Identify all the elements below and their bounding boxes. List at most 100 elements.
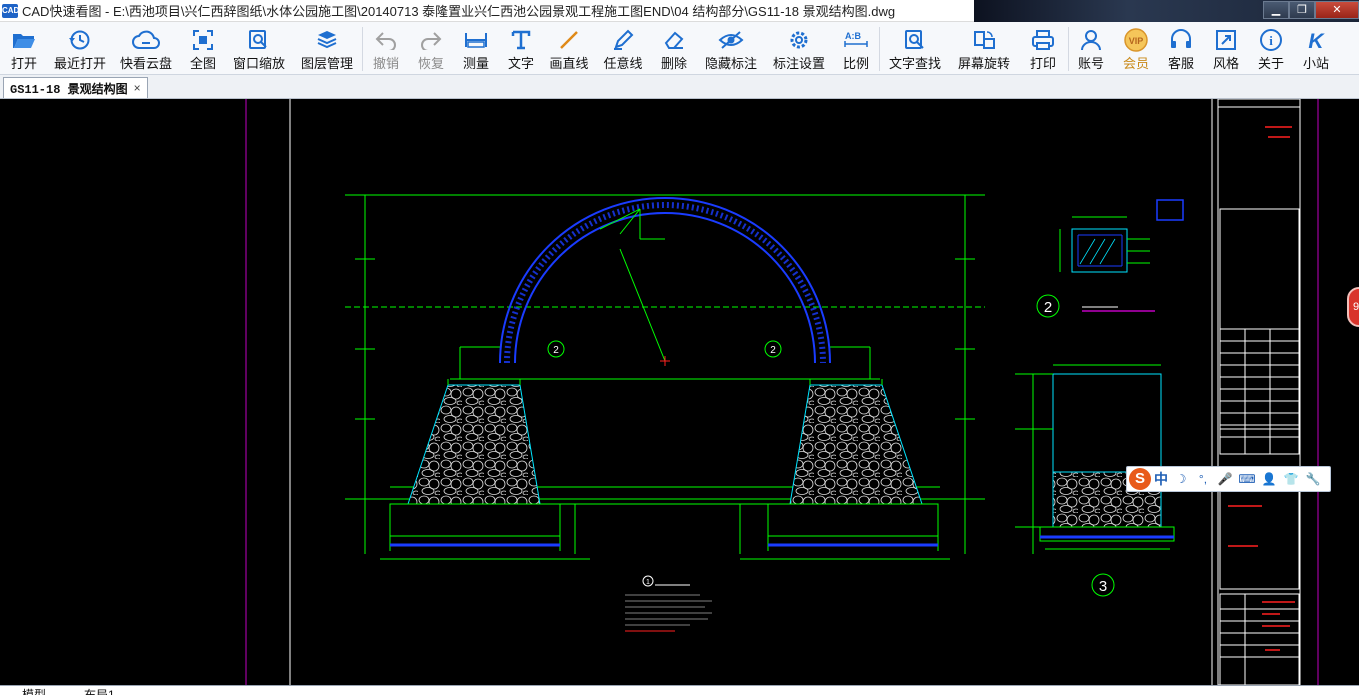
text-label: 文字: [507, 56, 534, 71]
vip-button[interactable]: VIP 会员: [1113, 22, 1159, 75]
undo-label: 撤销: [372, 56, 399, 71]
tab-title: GS11-18 景观结构图: [10, 82, 128, 97]
drawing-canvas[interactable]: 2 2 1 2 3: [0, 99, 1359, 685]
user-profile-icon[interactable]: 👤: [1260, 470, 1278, 488]
redo-arrow-icon: [420, 28, 442, 52]
scale-button[interactable]: A:B 比例: [833, 22, 879, 75]
sogou-logo-icon[interactable]: S: [1129, 468, 1151, 490]
tab-gs11-18[interactable]: GS11-18 景观结构图 ×: [3, 77, 148, 98]
vip-label: 会员: [1122, 56, 1149, 71]
eraser-icon: [663, 28, 685, 52]
section-marker-left: 2: [553, 345, 559, 356]
account-button[interactable]: 账号: [1069, 22, 1113, 75]
scale-ratio-icon: A:B: [843, 28, 869, 52]
print-button[interactable]: 打印: [1018, 22, 1068, 75]
service-button[interactable]: 客服: [1159, 22, 1203, 75]
tab-layout1[interactable]: 布局1: [84, 686, 115, 695]
skin-shirt-icon[interactable]: 👕: [1282, 470, 1300, 488]
pen-icon: [612, 28, 634, 52]
line-label: 画直线: [549, 56, 589, 71]
text-t-icon: [511, 28, 531, 52]
measure-button[interactable]: 测量: [453, 22, 499, 75]
window-zoom-button[interactable]: 窗口缩放: [226, 22, 292, 75]
freehand-button[interactable]: 任意线: [595, 22, 651, 75]
restore-button[interactable]: ❐: [1289, 1, 1315, 19]
site-button[interactable]: K 小站: [1293, 22, 1339, 75]
detail-marker: 1: [646, 579, 650, 586]
site-label: 小站: [1302, 56, 1329, 71]
title-bar: CAD CAD快速看图 - E:\西池项目\兴仁西辞图纸\水体公园施工图\201…: [0, 0, 1359, 22]
mark-settings-label: 标注设置: [772, 56, 825, 71]
text-search-button[interactable]: 文字查找: [880, 22, 950, 75]
moon-icon[interactable]: ☽: [1172, 470, 1190, 488]
app-logo-icon: CAD: [2, 3, 19, 18]
open-label: 打开: [10, 56, 37, 71]
line-button[interactable]: 画直线: [543, 22, 595, 75]
wrench-icon[interactable]: 🔧: [1304, 470, 1322, 488]
style-expand-icon: [1215, 28, 1237, 52]
style-label: 风格: [1212, 56, 1239, 71]
user-icon: [1080, 28, 1102, 52]
layers-label: 图层管理: [300, 56, 353, 71]
open-button[interactable]: 打开: [0, 22, 48, 75]
layers-button[interactable]: 图层管理: [292, 22, 362, 75]
text-search-icon: [904, 28, 926, 52]
close-window-button[interactable]: ✕: [1315, 1, 1359, 19]
layers-icon: [316, 28, 338, 52]
section-marker-right: 2: [770, 345, 776, 356]
style-button[interactable]: 风格: [1203, 22, 1249, 75]
about-button[interactable]: i 关于: [1249, 22, 1293, 75]
info-icon: i: [1259, 28, 1283, 52]
cloud-button[interactable]: 快看云盘: [112, 22, 180, 75]
full-view-label: 全图: [189, 56, 216, 71]
erase-button[interactable]: 删除: [651, 22, 697, 75]
left-pier: [407, 379, 541, 505]
erase-label: 删除: [660, 56, 687, 71]
undo-button[interactable]: 撤销: [363, 22, 409, 75]
detail-3-marker: 3: [1099, 578, 1107, 595]
folder-open-icon: [12, 28, 36, 52]
printer-icon: [1031, 28, 1055, 52]
ime-mode-toggle[interactable]: 中: [1154, 469, 1168, 489]
window-zoom-label: 窗口缩放: [232, 56, 285, 71]
rotate-button[interactable]: 屏幕旋转: [950, 22, 1018, 75]
ime-toolbar[interactable]: S 中 ☽ °, 🎤 ⌨ 👤 👕 🔧: [1126, 466, 1331, 492]
detail-2-marker: 2: [1044, 299, 1052, 316]
hide-marks-label: 隐藏标注: [704, 56, 757, 71]
punctuation-icon[interactable]: °,: [1194, 470, 1212, 488]
section-callouts-main: 2 2: [547, 340, 782, 358]
account-label: 账号: [1077, 56, 1104, 71]
detail-2: 2: [1036, 199, 1184, 318]
minimize-button[interactable]: ▁: [1263, 1, 1289, 19]
service-label: 客服: [1167, 56, 1194, 71]
tab-close-icon[interactable]: ×: [134, 81, 141, 95]
text-button[interactable]: 文字: [499, 22, 543, 75]
scale-label: 比例: [842, 56, 869, 71]
freehand-label: 任意线: [603, 56, 643, 71]
keyboard-icon[interactable]: ⌨: [1238, 470, 1256, 488]
history-clock-icon: [68, 28, 92, 52]
full-view-button[interactable]: 全图: [180, 22, 226, 75]
floating-side-badge[interactable]: 9: [1347, 287, 1359, 327]
redo-label: 恢复: [417, 56, 444, 71]
site-icon-text: K: [1308, 30, 1325, 52]
window-controls: ▁ ❐ ✕: [1263, 0, 1359, 20]
right-pier: [789, 379, 923, 505]
ruler-icon: [464, 28, 488, 52]
about-label: 关于: [1257, 56, 1284, 71]
settings-gear-icon: [788, 28, 810, 52]
recent-button[interactable]: 最近打开: [48, 22, 112, 75]
info-icon-text: i: [1269, 33, 1273, 48]
tab-model[interactable]: 模型: [22, 686, 46, 695]
recent-label: 最近打开: [53, 56, 106, 71]
zoom-window-icon: [248, 28, 270, 52]
straight-line-icon: [558, 28, 580, 52]
mark-settings-button[interactable]: 标注设置: [765, 22, 833, 75]
window-title: CAD快速看图 - E:\西池项目\兴仁西辞图纸\水体公园施工图\2014071…: [22, 4, 896, 19]
eye-hidden-icon: [718, 28, 744, 52]
hide-marks-button[interactable]: 隐藏标注: [697, 22, 765, 75]
headset-icon: [1169, 28, 1193, 52]
arch: [499, 197, 831, 366]
redo-button[interactable]: 恢复: [409, 22, 453, 75]
microphone-icon[interactable]: 🎤: [1216, 470, 1234, 488]
